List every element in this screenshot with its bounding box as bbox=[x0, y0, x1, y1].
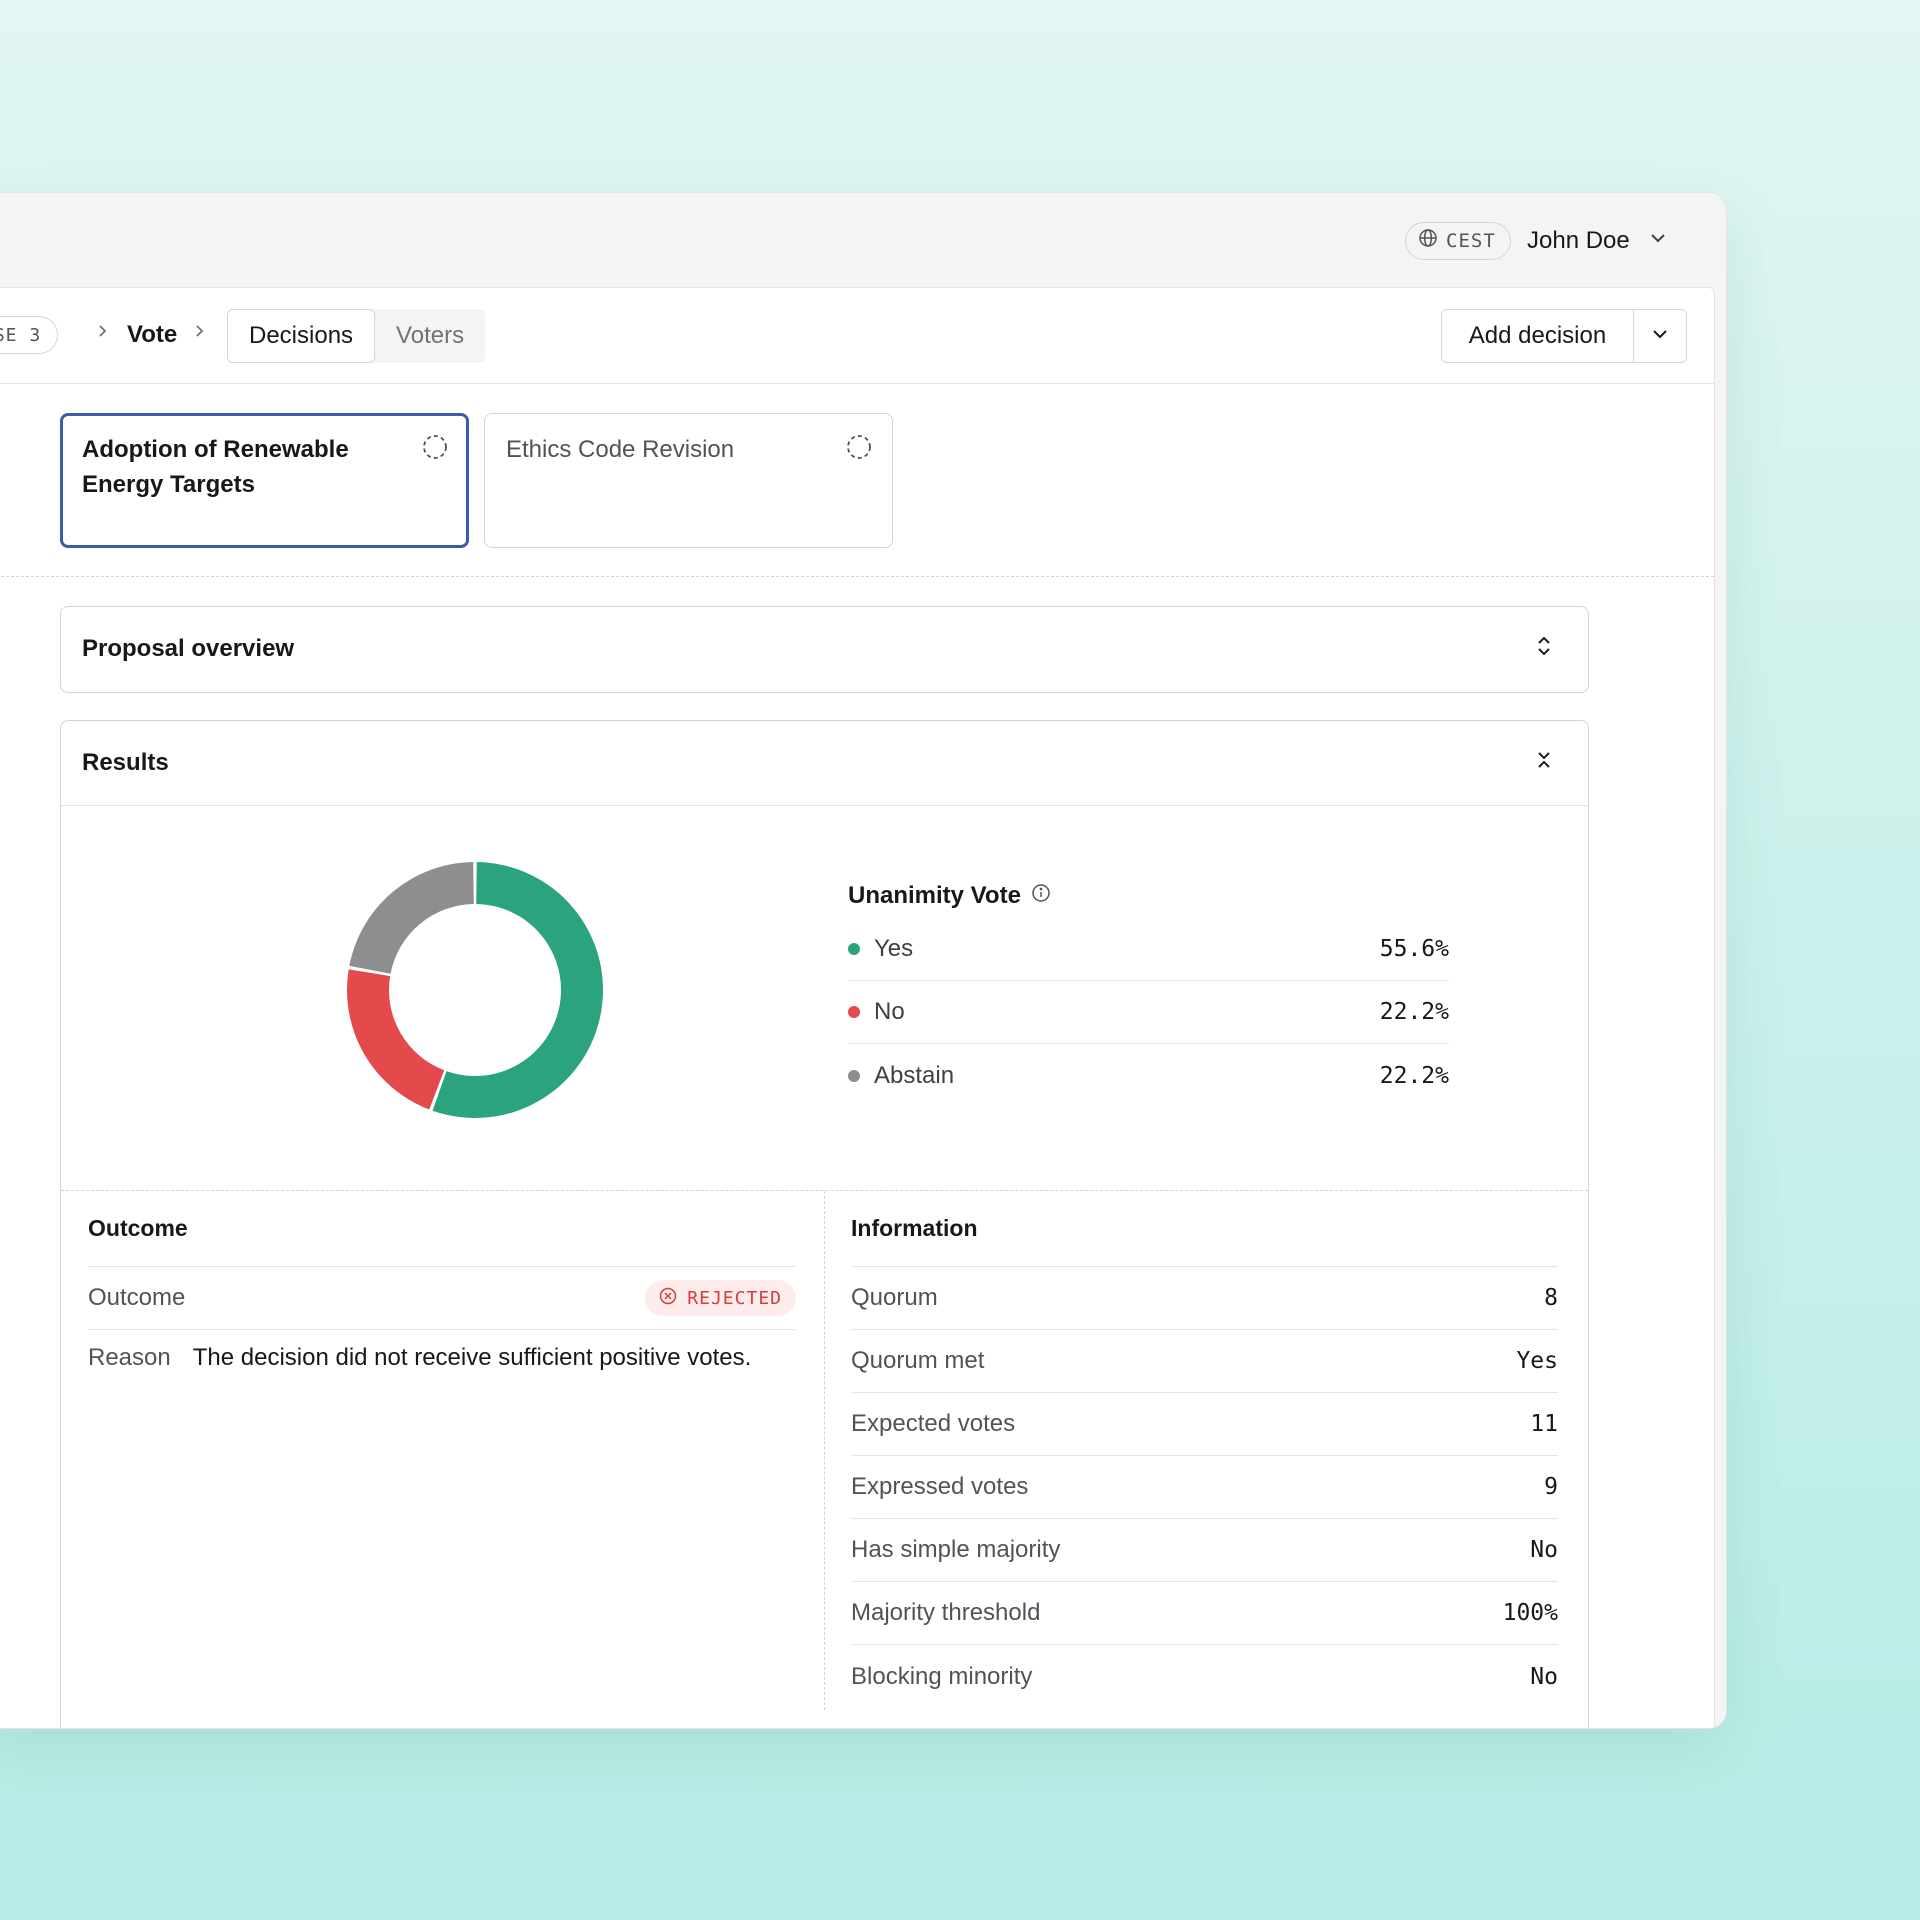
info-value: 8 bbox=[1544, 1285, 1558, 1311]
top-bar: CEST John Doe bbox=[0, 193, 1726, 287]
info-value: 9 bbox=[1544, 1474, 1558, 1500]
info-value: No bbox=[1530, 1537, 1558, 1563]
main-panel: ASE 3 Vote Decisions Voters Add decision bbox=[0, 287, 1715, 1728]
legend-value: 55.6% bbox=[1379, 936, 1449, 962]
info-row-quorum-met: Quorum met Yes bbox=[851, 1330, 1558, 1393]
info-row-majority-threshold: Majority threshold 100% bbox=[851, 1582, 1558, 1645]
legend-row-abstain: Abstain 22.2% bbox=[848, 1044, 1449, 1107]
column-divider bbox=[824, 1191, 825, 1710]
vote-legend: Unanimity Vote Yes 55.6% No 22.2% Abstai… bbox=[848, 880, 1449, 1107]
donut-svg bbox=[347, 862, 603, 1118]
timezone-label: CEST bbox=[1446, 230, 1496, 252]
information-title: Information bbox=[851, 1191, 1558, 1267]
info-value: 100% bbox=[1502, 1600, 1558, 1626]
chevron-down-icon bbox=[1648, 227, 1668, 255]
chevron-right-icon bbox=[96, 318, 110, 350]
info-value: Yes bbox=[1516, 1348, 1558, 1374]
add-decision-menu-button[interactable] bbox=[1634, 310, 1686, 362]
outcome-row: Outcome REJECTED bbox=[88, 1267, 796, 1330]
info-row-expressed-votes: Expressed votes 9 bbox=[851, 1456, 1558, 1519]
outcome-panel: Outcome Outcome REJECTED Reason The deci… bbox=[88, 1191, 796, 1372]
yes-dot-icon bbox=[848, 943, 860, 955]
reason-label: Reason bbox=[88, 1344, 171, 1371]
info-row-expected-votes: Expected votes 11 bbox=[851, 1393, 1558, 1456]
no-dot-icon bbox=[848, 1006, 860, 1018]
tab-voters[interactable]: Voters bbox=[375, 309, 485, 363]
donut-slice-abstain bbox=[349, 862, 474, 974]
decision-card-title: Adoption of Renewable Energy Targets bbox=[82, 436, 349, 498]
breadcrumb-vote[interactable]: Vote bbox=[127, 317, 177, 353]
outcome-label: Outcome bbox=[88, 1284, 186, 1311]
info-value: No bbox=[1530, 1663, 1558, 1690]
collapse-icon bbox=[1536, 749, 1552, 778]
vote-type-label: Unanimity Vote bbox=[848, 882, 1021, 909]
decision-card-renewable-energy[interactable]: Adoption of Renewable Energy Targets bbox=[60, 413, 469, 548]
abstain-dot-icon bbox=[848, 1069, 860, 1082]
add-decision-split-button: Add decision bbox=[1441, 309, 1687, 363]
info-label: Expressed votes bbox=[851, 1473, 1029, 1500]
view-tabs: Decisions Voters bbox=[227, 309, 486, 363]
info-icon[interactable] bbox=[1031, 882, 1051, 910]
results-details: Outcome Outcome REJECTED Reason The deci… bbox=[61, 1190, 1588, 1710]
info-row-simple-majority: Has simple majority No bbox=[851, 1519, 1558, 1582]
legend-label: Yes bbox=[874, 935, 914, 962]
information-panel: Information Quorum 8 Quorum met Yes Expect… bbox=[851, 1191, 1558, 1708]
add-decision-button[interactable]: Add decision bbox=[1442, 310, 1634, 362]
reason-row: Reason The decision did not receive suff… bbox=[88, 1330, 796, 1372]
info-value: 11 bbox=[1530, 1411, 1558, 1437]
outcome-status-text: REJECTED bbox=[687, 1287, 782, 1309]
user-name: John Doe bbox=[1527, 227, 1630, 254]
results-header[interactable]: Results bbox=[61, 721, 1588, 805]
info-label: Has simple majority bbox=[851, 1536, 1061, 1563]
expand-icon bbox=[1536, 635, 1552, 664]
app-window: CEST John Doe ASE 3 Vote Decisions Voter… bbox=[0, 192, 1727, 1729]
section-title: Proposal overview bbox=[82, 635, 295, 662]
info-label: Blocking minority bbox=[851, 1662, 1033, 1690]
info-label: Quorum met bbox=[851, 1347, 985, 1374]
proposal-overview-section: Proposal overview bbox=[60, 606, 1589, 693]
decision-card-title: Ethics Code Revision bbox=[506, 436, 735, 463]
chevron-right-icon bbox=[193, 318, 207, 350]
decision-card-ethics-code[interactable]: Ethics Code Revision bbox=[484, 413, 893, 548]
vote-donut-chart bbox=[345, 860, 605, 1120]
proposal-overview-header[interactable]: Proposal overview bbox=[61, 607, 1588, 691]
timezone-chip[interactable]: CEST bbox=[1405, 222, 1511, 260]
section-title: Results bbox=[82, 749, 169, 776]
vote-type-title: Unanimity Vote bbox=[848, 880, 1449, 912]
pending-status-icon bbox=[846, 434, 872, 470]
x-circle-icon bbox=[659, 1287, 677, 1310]
donut-slice-no bbox=[347, 969, 445, 1110]
legend-value: 22.2% bbox=[1379, 1062, 1449, 1089]
results-body: Unanimity Vote Yes 55.6% No 22.2% Abstai… bbox=[61, 805, 1588, 1710]
info-label: Majority threshold bbox=[851, 1599, 1041, 1626]
legend-row-no: No 22.2% bbox=[848, 981, 1449, 1044]
info-label: Expected votes bbox=[851, 1410, 1016, 1437]
legend-label: Abstain bbox=[874, 1061, 955, 1089]
info-label: Quorum bbox=[851, 1284, 938, 1311]
chevron-down-icon bbox=[1650, 324, 1670, 349]
info-row-quorum: Quorum 8 bbox=[851, 1267, 1558, 1330]
outcome-title: Outcome bbox=[88, 1191, 796, 1267]
phase-badge[interactable]: ASE 3 bbox=[0, 316, 59, 354]
outcome-status-badge: REJECTED bbox=[645, 1280, 796, 1316]
results-section: Results Unanimity Vote Yes 55.6% No 22.2… bbox=[60, 720, 1589, 1728]
decision-cards: Adoption of Renewable Energy Targets Eth… bbox=[0, 384, 1714, 577]
legend-row-yes: Yes 55.6% bbox=[848, 918, 1449, 981]
info-row-blocking-minority: Blocking minority No bbox=[851, 1645, 1558, 1708]
toolbar: ASE 3 Vote Decisions Voters Add decision bbox=[0, 288, 1714, 384]
globe-icon bbox=[1418, 228, 1438, 254]
reason-value: The decision did not receive sufficient … bbox=[192, 1344, 752, 1371]
user-menu[interactable]: John Doe bbox=[1527, 219, 1668, 263]
legend-label: No bbox=[874, 998, 905, 1025]
legend-value: 22.2% bbox=[1379, 999, 1449, 1025]
pending-status-icon bbox=[422, 434, 448, 470]
tab-decisions[interactable]: Decisions bbox=[227, 309, 376, 363]
